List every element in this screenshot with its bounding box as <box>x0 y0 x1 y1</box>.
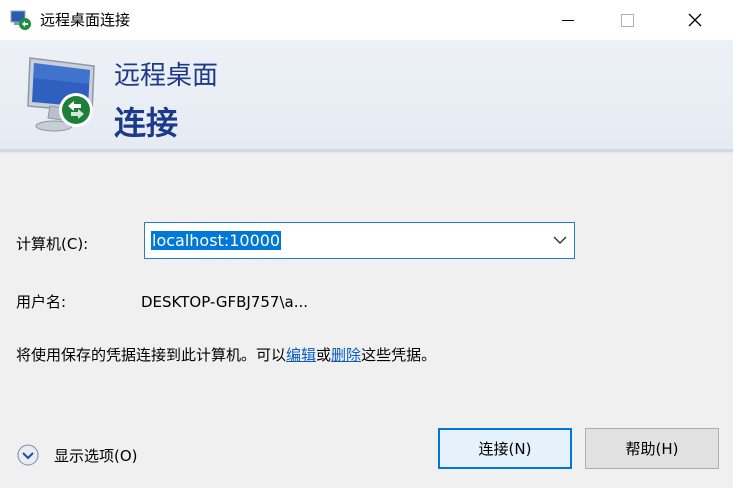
edit-credentials-link[interactable]: 编辑 <box>286 346 316 364</box>
credentials-info: 将使用保存的凭据连接到此计算机。可以编辑或删除这些凭据。 <box>16 345 436 365</box>
username-label: 用户名: <box>16 293 67 311</box>
computer-label: 计算机(C): <box>16 235 89 253</box>
show-options-label[interactable]: 显示选项(O) <box>54 446 138 466</box>
computer-input[interactable]: localhost:10000 <box>151 231 282 251</box>
banner-title-line1: 远程桌面 <box>114 61 219 91</box>
username-value: DESKTOP-GFBJ757\a... <box>141 293 309 311</box>
banner-divider-shadow <box>0 152 733 154</box>
delete-credentials-link[interactable]: 删除 <box>331 346 361 364</box>
credentials-info-or: 或 <box>316 346 332 364</box>
credentials-info-prefix: 将使用保存的凭据连接到此计算机。可以 <box>16 346 287 364</box>
maximize-button[interactable] <box>604 0 650 40</box>
chevron-down-icon[interactable] <box>553 235 567 245</box>
computer-input-value: localhost:10000 <box>151 231 282 250</box>
window-title: 远程桌面连接 <box>40 11 131 29</box>
minimize-button[interactable] <box>545 0 591 40</box>
connect-button[interactable]: 连接(N) <box>438 428 572 469</box>
banner-title-line2: 连接 <box>114 104 179 142</box>
maximize-icon <box>620 13 634 27</box>
minimize-icon <box>562 19 574 21</box>
title-bar: 远程桌面连接 <box>0 0 733 40</box>
help-button-label: 帮助(H) <box>625 440 679 458</box>
credentials-info-suffix: 这些凭据。 <box>361 346 437 364</box>
connect-button-label: 连接(N) <box>478 440 532 458</box>
remote-desktop-monitor-icon <box>27 57 95 132</box>
remote-desktop-app-icon <box>10 10 31 30</box>
expand-options-icon[interactable] <box>17 444 39 466</box>
close-icon <box>688 13 702 27</box>
help-button[interactable]: 帮助(H) <box>585 428 719 469</box>
computer-combobox[interactable]: localhost:10000 <box>144 222 575 259</box>
header-banner <box>0 40 733 149</box>
close-button[interactable] <box>672 0 718 40</box>
